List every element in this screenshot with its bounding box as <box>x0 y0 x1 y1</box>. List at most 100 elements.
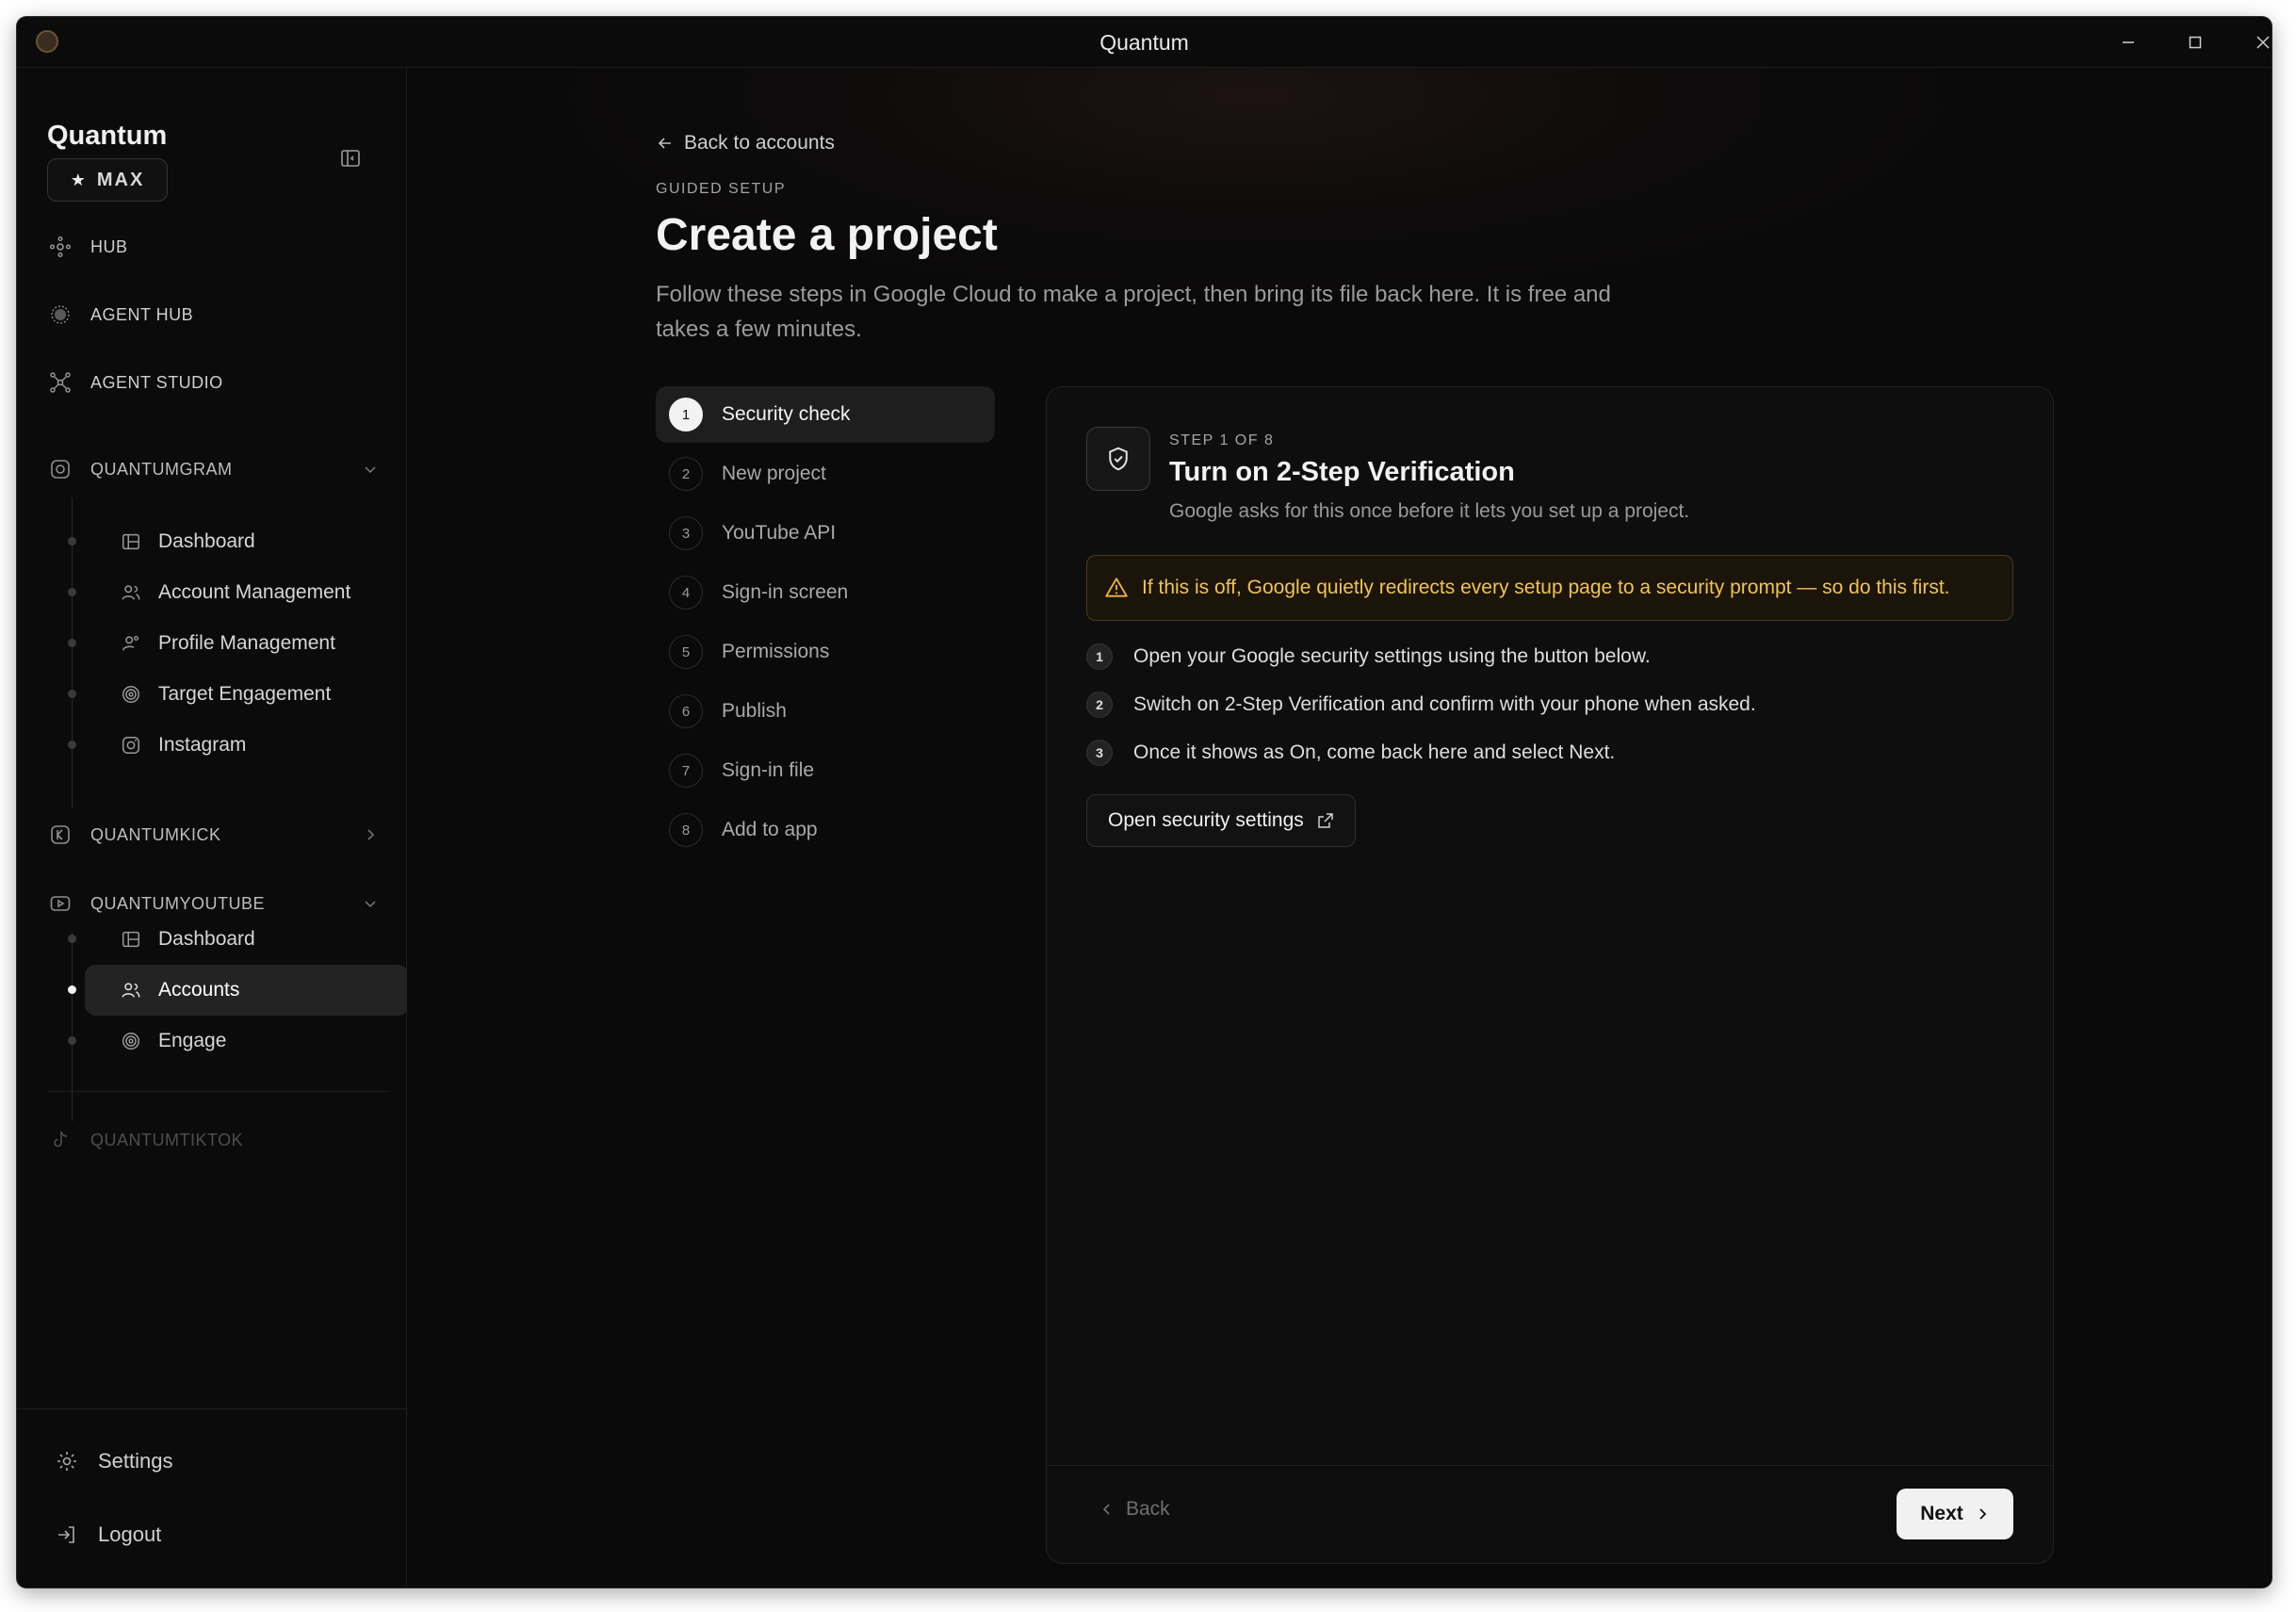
nav-hub-label: HUB <box>90 236 128 256</box>
group-quantumgram[interactable]: QUANTUMGRAM <box>47 450 388 488</box>
step-number: 2 <box>669 457 703 491</box>
plan-badge: ★ MAX <box>47 158 168 202</box>
logout-icon <box>53 1521 81 1549</box>
maximize-icon <box>2189 36 2202 49</box>
step-number: 3 <box>669 516 703 550</box>
plan-badge-label: MAX <box>96 169 145 190</box>
step-sign-in-screen[interactable]: 4 Sign-in screen <box>656 564 995 621</box>
instagram-icon <box>119 733 143 757</box>
dashboard-icon <box>119 529 143 554</box>
kick-icon <box>47 822 73 848</box>
back-button-label: Back <box>1126 1498 1170 1520</box>
warning-text: If this is off, Google quietly redirects… <box>1142 577 1950 598</box>
logout-label: Logout <box>98 1522 162 1546</box>
back-link-label: Back to accounts <box>684 132 835 154</box>
star-icon: ★ <box>70 170 88 189</box>
sidebar-item-account-management[interactable]: Account Management <box>85 567 409 618</box>
target-icon <box>119 1029 143 1053</box>
tree-line <box>72 933 73 1121</box>
chevron-right-icon <box>367 829 375 840</box>
step-add-to-app[interactable]: 8 Add to app <box>656 802 995 858</box>
minimize-button[interactable] <box>2109 24 2147 60</box>
instruction-number: 1 <box>1086 643 1113 670</box>
arrow-left-icon <box>658 138 671 149</box>
maximize-button[interactable] <box>2176 24 2214 60</box>
tiktok-icon <box>47 1127 73 1153</box>
step-sign-in-file[interactable]: 7 Sign-in file <box>656 742 995 799</box>
active-indicator-dot <box>68 985 76 994</box>
step-label: Security check <box>722 403 851 425</box>
step-label: YouTube API <box>722 522 837 544</box>
tree-dot <box>68 537 76 545</box>
next-button[interactable]: Next <box>1897 1489 2013 1539</box>
instagram-icon <box>47 456 73 482</box>
instruction-text: Once it shows as On, come back here and … <box>1133 741 1616 763</box>
step-youtube-api[interactable]: 3 YouTube API <box>656 505 995 562</box>
back-to-accounts-link[interactable]: Back to accounts <box>656 132 835 155</box>
chevron-right-icon <box>1979 1508 1987 1520</box>
warning-icon <box>1105 578 1128 597</box>
tree-dot <box>68 935 76 943</box>
sidebar-item-label: Dashboard <box>158 530 255 552</box>
users-icon <box>119 580 143 605</box>
app-window: Quantum Quantum ★ MAX HUB AGENT HUB AGEN… <box>17 17 2272 1588</box>
collapse-sidebar-button[interactable] <box>335 143 366 173</box>
sidebar-item-label: Accounts <box>158 979 240 1001</box>
step-label: Publish <box>722 700 787 722</box>
close-button[interactable] <box>2244 24 2272 60</box>
sidebar-item-yt-accounts[interactable]: Accounts <box>85 965 409 1016</box>
step-counter: STEP 1 OF 8 <box>1169 432 1275 448</box>
sidebar-item-yt-engage[interactable]: Engage <box>85 1016 409 1067</box>
sidebar-item-yt-dashboard[interactable]: Dashboard <box>85 914 409 965</box>
group-quantumyoutube-label: QUANTUMYOUTUBE <box>90 893 266 913</box>
page-description: Follow these steps in Google Cloud to ma… <box>656 282 1611 342</box>
logout-button[interactable]: Logout <box>53 1521 161 1549</box>
step-number: 8 <box>669 813 703 847</box>
step-number: 7 <box>669 754 703 788</box>
tree-dot <box>68 741 76 749</box>
settings-button[interactable]: Settings <box>53 1447 173 1475</box>
close-icon <box>2256 36 2270 49</box>
sidebar-footer: Settings Logout <box>17 1408 406 1588</box>
instruction-number: 2 <box>1086 692 1113 718</box>
open-security-settings-button[interactable]: Open security settings <box>1086 794 1356 847</box>
step-number: 6 <box>669 694 703 728</box>
main-content: Back to accounts GUIDED SETUP Create a p… <box>407 68 2272 1588</box>
step-label: Sign-in screen <box>722 581 849 603</box>
sidebar-item-target-engagement[interactable]: Target Engagement <box>85 669 409 720</box>
card-subtitle: Google asks for this once before it lets… <box>1169 500 1690 522</box>
user-cog-icon <box>119 631 143 656</box>
sidebar-item-gram-dashboard[interactable]: Dashboard <box>85 516 409 567</box>
chevron-left-icon <box>1102 1504 1110 1515</box>
sidebar-item-profile-management[interactable]: Profile Management <box>85 618 409 669</box>
group-quantumtiktok: QUANTUMTIKTOK <box>47 1121 388 1159</box>
dashboard-icon <box>119 927 143 952</box>
hub-icon <box>47 234 73 260</box>
youtube-icon <box>47 890 73 917</box>
nav-agent-studio[interactable]: AGENT STUDIO <box>47 364 223 401</box>
chevron-down-icon <box>365 466 376 474</box>
step-security-check[interactable]: 1 Security check <box>656 386 995 443</box>
group-quantumkick[interactable]: QUANTUMKICK <box>47 816 388 854</box>
shield-check-icon <box>1086 427 1150 491</box>
nav-hub[interactable]: HUB <box>47 228 128 266</box>
open-security-settings-label: Open security settings <box>1108 809 1304 831</box>
step-new-project[interactable]: 2 New project <box>656 446 995 502</box>
tree-dot <box>68 690 76 698</box>
chevron-down-icon <box>365 901 376 908</box>
sidebar-item-instagram[interactable]: Instagram <box>85 720 409 771</box>
target-icon <box>119 682 143 707</box>
brand-name: Quantum <box>47 121 168 151</box>
step-permissions[interactable]: 5 Permissions <box>656 624 995 680</box>
back-button[interactable]: Back <box>1099 1498 1170 1521</box>
users-icon <box>119 978 143 1002</box>
step-label: Add to app <box>722 819 818 840</box>
step-label: Permissions <box>722 641 830 662</box>
nav-agent-hub[interactable]: AGENT HUB <box>47 296 193 334</box>
step-publish[interactable]: 6 Publish <box>656 683 995 740</box>
page-eyebrow: GUIDED SETUP <box>656 181 787 197</box>
page-title: Create a project <box>656 210 998 260</box>
step-label: Sign-in file <box>722 759 815 781</box>
window-title: Quantum <box>1099 30 1189 55</box>
sidebar-divider <box>47 1091 388 1092</box>
